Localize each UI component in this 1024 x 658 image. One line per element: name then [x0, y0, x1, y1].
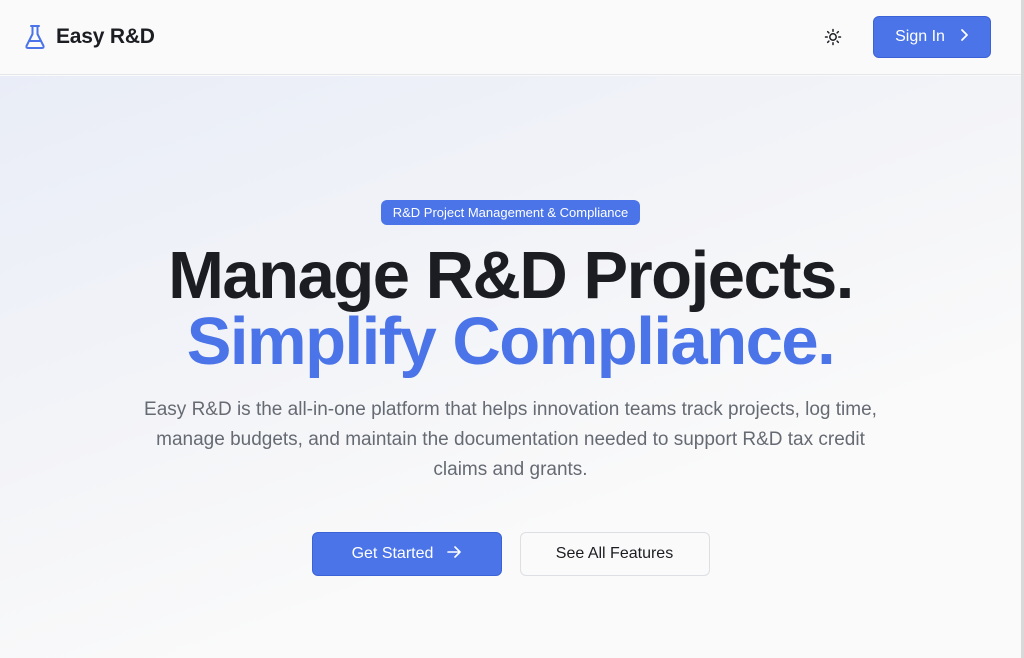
hero-headline-accent: Simplify Compliance.	[186, 304, 836, 379]
brand-name: Easy R&D	[56, 25, 155, 48]
brand[interactable]: Easy R&D	[24, 24, 155, 50]
sign-in-button[interactable]: Sign In	[873, 16, 991, 58]
see-all-features-button[interactable]: See All Features	[519, 532, 710, 576]
arrow-right-icon	[447, 545, 462, 563]
chevron-right-icon	[959, 28, 969, 47]
hero-subtitle: Easy R&D is the all-in-one platform that…	[144, 399, 877, 480]
sun-icon[interactable]	[815, 19, 851, 55]
nav-actions: Sign In	[815, 16, 991, 58]
see-all-features-label: See All Features	[555, 545, 674, 562]
top-navbar: Easy R&D Sign In	[0, 0, 1021, 75]
flask-icon	[24, 24, 46, 50]
hero-content: R&D Project Management & Compliance Mana…	[0, 200, 1021, 576]
get-started-button[interactable]: Get Started	[311, 532, 502, 576]
sign-in-label: Sign In	[895, 28, 945, 45]
get-started-label: Get Started	[351, 545, 434, 562]
hero-section: R&D Project Management & Compliance Mana…	[0, 76, 1021, 658]
hero-badge: R&D Project Management & Compliance	[380, 200, 641, 225]
cta-row: Get Started See All Features	[311, 532, 710, 576]
hero-headline: Manage R&D Projects.	[168, 238, 854, 313]
